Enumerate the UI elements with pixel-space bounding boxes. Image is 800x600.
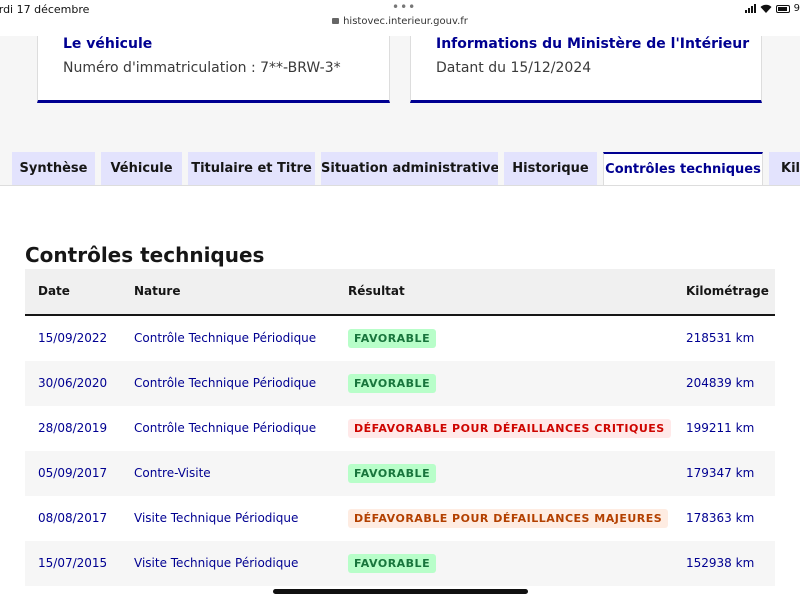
tab-situation[interactable]: Situation administrative: [321, 152, 498, 185]
cell-nature: Visite Technique Périodique: [134, 511, 299, 525]
status-indicators: 9: [744, 3, 800, 14]
battery-level: 9: [793, 3, 800, 14]
cell-km: 178363 km: [686, 511, 755, 525]
cellular-signal-icon: [744, 4, 756, 13]
controles-panel: Contrôles techniques Date Nature Résulta…: [0, 185, 800, 600]
table-body: 15/09/2022 Contrôle Technique Périodique F…: [25, 316, 775, 586]
tab-synthese[interactable]: Synthèse: [12, 152, 95, 185]
address-bar[interactable]: histovec.interieur.gouv.fr: [0, 16, 800, 27]
lock-icon: [332, 18, 340, 24]
cell-nature: Contrôle Technique Périodique: [134, 376, 317, 390]
data-date: Datant du 15/12/2024: [436, 60, 592, 76]
cell-km: 218531 km: [686, 331, 755, 345]
cell-km: 204839 km: [686, 376, 755, 390]
table-row: 08/08/2017 Visite Technique Périodique DÉF…: [25, 496, 775, 541]
column-km: Kilométrage: [686, 284, 769, 298]
cell-nature: Contrôle Technique Périodique: [134, 421, 317, 435]
cell-km: 179347 km: [686, 466, 755, 480]
result-badge: DÉFAVORABLE POUR DÉFAILLANCES CRITIQUES: [348, 419, 671, 438]
cell-nature: Visite Technique Périodique: [134, 556, 299, 570]
cell-km: 199211 km: [686, 421, 755, 435]
cell-nature: Contre-Visite: [134, 466, 211, 480]
home-indicator[interactable]: [273, 589, 528, 594]
table-row: 28/08/2019 Contrôle Technique Périodique D…: [25, 406, 775, 451]
result-badge: FAVORABLE: [348, 554, 437, 573]
wifi-icon: [760, 4, 772, 13]
cell-date: 30/06/2020: [38, 376, 108, 390]
ministry-card: Informations du Ministère de l'Intérieur…: [410, 36, 762, 103]
column-nature: Nature: [134, 284, 181, 298]
tab-titulaire[interactable]: Titulaire et Titre: [188, 152, 315, 185]
page-content: Le véhicule Numéro d'immatriculation : 7…: [0, 36, 800, 600]
cell-date: 08/08/2017: [38, 511, 108, 525]
url-text: histovec.interieur.gouv.fr: [343, 16, 468, 27]
cell-date: 15/07/2015: [38, 556, 108, 570]
table-row: 05/09/2017 Contre-Visite FAVORABLE 179347 k…: [25, 451, 775, 496]
registration-number: Numéro d'immatriculation : 7**-BRW-3*: [63, 60, 341, 76]
cell-nature: Contrôle Technique Périodique: [134, 331, 317, 345]
vehicle-card: Le véhicule Numéro d'immatriculation : 7…: [37, 36, 390, 103]
cell-km: 152938 km: [686, 556, 755, 570]
result-badge: FAVORABLE: [348, 464, 437, 483]
column-result: Résultat: [348, 284, 405, 298]
cell-date: 05/09/2017: [38, 466, 108, 480]
result-badge: FAVORABLE: [348, 374, 437, 393]
table-header: Date Nature Résultat Kilométrage: [25, 269, 775, 316]
column-date: Date: [38, 284, 70, 298]
more-dots-icon[interactable]: •••: [392, 0, 416, 14]
section-title: Contrôles techniques: [25, 243, 265, 267]
tab-vehicule[interactable]: Véhicule: [101, 152, 182, 185]
result-badge: DÉFAVORABLE POUR DÉFAILLANCES MAJEURES: [348, 509, 669, 528]
controles-table: Date Nature Résultat Kilométrage 15/09/2…: [25, 269, 775, 586]
table-row: 15/09/2022 Contrôle Technique Périodique F…: [25, 316, 775, 361]
vehicle-card-title: Le véhicule: [63, 36, 153, 52]
result-badge: FAVORABLE: [348, 329, 437, 348]
tab-kilometrage[interactable]: Kilo: [769, 152, 800, 185]
tab-historique[interactable]: Historique: [504, 152, 597, 185]
tab-bar: Synthèse Véhicule Titulaire et Titre Sit…: [0, 152, 800, 187]
cell-date: 28/08/2019: [38, 421, 108, 435]
status-time: ardi 17 décembre: [0, 3, 90, 16]
table-row: 15/07/2015 Visite Technique Périodique FAV…: [25, 541, 775, 586]
status-bar: ardi 17 décembre ••• histovec.interieur.…: [0, 0, 800, 36]
tab-controles-techniques[interactable]: Contrôles techniques: [603, 152, 763, 187]
table-row: 30/06/2020 Contrôle Technique Périodique F…: [25, 361, 775, 406]
cell-date: 15/09/2022: [38, 331, 108, 345]
ministry-card-title: Informations du Ministère de l'Intérieur: [436, 36, 750, 52]
battery-icon: [775, 4, 790, 13]
